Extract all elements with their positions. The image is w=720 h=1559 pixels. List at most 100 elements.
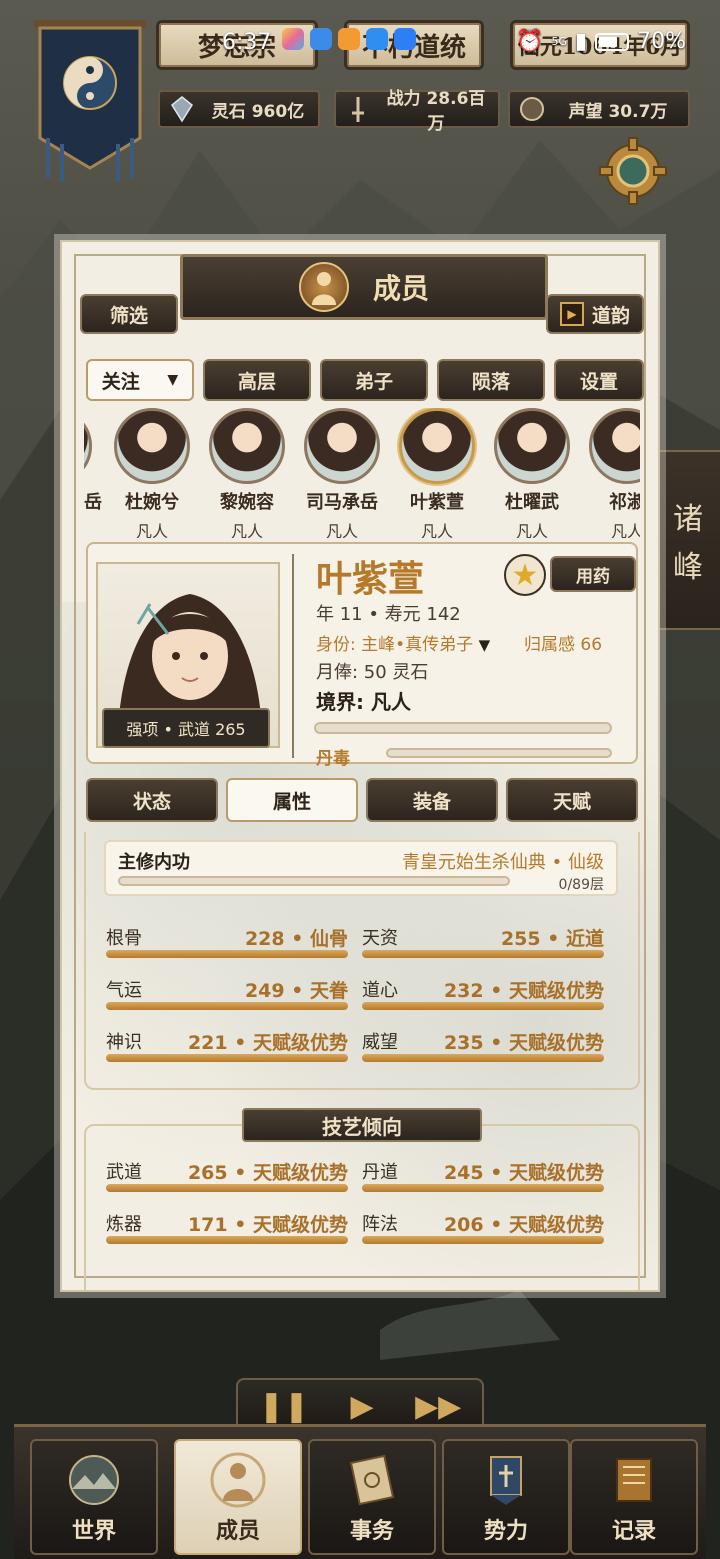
app-icon — [282, 28, 304, 50]
pause-icon[interactable]: ❚❚ — [259, 1389, 309, 1424]
nav-factions[interactable]: 势力 — [442, 1439, 570, 1555]
skill-label: 阵法 — [362, 1214, 398, 1235]
attribute-label: 气运 — [106, 980, 142, 1001]
reputation-value: 声望 30.7万 — [568, 101, 668, 122]
tab-equipment[interactable]: 装备 — [366, 778, 498, 822]
app-icon — [310, 28, 332, 50]
avatar — [494, 408, 570, 484]
attribute-bar — [106, 1054, 348, 1062]
monthly-salary: 月俸: 50 灵石 — [316, 662, 429, 683]
combat-power-counter: 战力 28.6百万 — [334, 89, 500, 134]
spirit-stone-value: 灵石 960亿 — [211, 101, 305, 122]
use-medicine-button[interactable]: 用药 — [550, 556, 636, 592]
nav-records[interactable]: 记录 — [570, 1439, 698, 1555]
nav-label: 成员 — [215, 1518, 260, 1544]
tab-settings[interactable]: 设置 — [554, 359, 644, 401]
nav-world[interactable]: 世界 — [30, 1439, 158, 1555]
play-icon[interactable]: ▶ — [351, 1389, 374, 1424]
member-rank: 凡人 — [515, 522, 548, 538]
daoyun-label: 道韵 — [591, 304, 630, 327]
attribute-bar — [106, 950, 348, 958]
filter-button[interactable]: 筛选 — [80, 294, 178, 334]
tab-disciples[interactable]: 弟子 — [320, 359, 428, 401]
skill-value: 171 • 天赋级优势 — [187, 1214, 348, 1236]
member-rank: 凡人 — [610, 522, 640, 538]
status-bar: 6:37 ⏰ 5G ▮ 70% — [0, 0, 720, 80]
nav-label: 世界 — [71, 1518, 116, 1544]
cultivation-progress-bar — [118, 876, 510, 886]
member-avatar[interactable]: 岳 — [84, 408, 102, 514]
attribute-value: 221 • 天赋级优势 — [187, 1032, 348, 1054]
spirit-stone-icon — [171, 96, 193, 123]
skill-label: 丹道 — [362, 1162, 398, 1183]
world-icon — [69, 1455, 119, 1505]
attribute-bar — [362, 1002, 604, 1010]
faction-flag-icon — [490, 1456, 522, 1505]
book-icon — [616, 1458, 652, 1502]
scroll-icon — [349, 1454, 395, 1506]
side-tab-char-1: 诸 — [673, 502, 703, 537]
notification-icons — [282, 28, 416, 50]
cultivation-layers: 0/89层 — [558, 877, 604, 893]
panel-title: 成员 — [372, 272, 429, 305]
member-avatar-selected[interactable]: 叶紫萱 凡人 — [389, 408, 485, 538]
skill-row: 阵法 206 • 天赋级优势 — [362, 1210, 604, 1244]
avatar — [114, 408, 190, 484]
attribute-row: 气运 249 • 天眷 — [106, 976, 348, 1010]
skill-bar — [362, 1236, 604, 1244]
daoyun-icon: ▶ — [559, 302, 584, 326]
realm: 境界: 凡人 — [316, 690, 411, 714]
strength-badge: 强项 • 武道 265 — [102, 708, 270, 748]
member-icon — [210, 1452, 266, 1508]
tab-fallen[interactable]: 陨落 — [437, 359, 545, 401]
member-emblem-icon — [298, 262, 349, 312]
fast-forward-icon[interactable]: ▶▶ — [415, 1389, 461, 1424]
nav-affairs[interactable]: 事务 — [308, 1439, 436, 1555]
tab-status[interactable]: 状态 — [86, 778, 218, 822]
member-name: 杜婉兮 — [125, 492, 179, 513]
attribute-value: 235 • 天赋级优势 — [443, 1032, 604, 1054]
nav-label: 势力 — [483, 1518, 528, 1544]
attribute-value: 228 • 仙骨 — [244, 928, 348, 950]
tab-talent[interactable]: 天赋 — [506, 778, 638, 822]
settings-gear-icon[interactable] — [598, 136, 668, 206]
avatar — [304, 408, 380, 484]
member-avatar[interactable]: 杜曜武 凡人 — [484, 408, 580, 538]
chevron-down-icon: ▼ — [167, 372, 179, 388]
attribute-row: 根骨 228 • 仙骨 — [106, 924, 348, 958]
tab-attributes[interactable]: 属性 — [226, 778, 358, 822]
age-lifespan: 年 11 • 寿元 142 — [316, 604, 461, 625]
daoyun-button[interactable]: ▶ 道韵 — [546, 294, 644, 334]
member-avatar[interactable]: 司马承岳 凡人 — [294, 408, 390, 538]
member-avatar[interactable]: 杜婉兮 凡人 — [104, 408, 200, 538]
member-name: 叶紫萱 — [410, 492, 464, 513]
tab-leadership[interactable]: 高层 — [203, 359, 311, 401]
alarm-icon: ⏰ — [516, 29, 544, 54]
member-carousel[interactable]: 岳 杜婉兮 凡人 黎婉容 凡人 司马承岳 凡人 叶紫萱 凡人 杜曜武 凡人 祁 … — [84, 408, 640, 538]
member-rank: 凡人 — [325, 522, 358, 538]
system-indicators: ⏰ 5G ▮ 70% — [516, 29, 686, 54]
follow-select[interactable]: 关注 ▼ — [86, 359, 194, 401]
member-rank: 凡人 — [420, 522, 453, 538]
pill-poison-label: 丹毒 — [316, 749, 350, 769]
nav-members[interactable]: 成员 — [174, 1439, 302, 1555]
skill-value: 206 • 天赋级优势 — [443, 1214, 604, 1236]
skill-label: 炼器 — [106, 1214, 142, 1235]
favorite-star-icon[interactable]: ★ — [504, 554, 546, 596]
peaks-side-tab[interactable]: 诸 峰 — [654, 450, 720, 630]
identity-select[interactable]: 身份: 主峰•真传弟子 ▼ — [316, 630, 490, 655]
reputation-icon — [520, 97, 544, 121]
main-cultivation-row[interactable]: 主修内功 青皇元始生杀仙典 • 仙级 0/89层 — [104, 840, 618, 896]
member-avatar[interactable]: 黎婉容 凡人 — [199, 408, 295, 538]
skill-value: 245 • 天赋级优势 — [443, 1162, 604, 1184]
side-tab-char-2: 峰 — [673, 550, 703, 585]
bottom-navigation: 世界 成员 事务 势力 记录 — [14, 1424, 706, 1559]
skill-value: 265 • 天赋级优势 — [187, 1162, 348, 1184]
cultivation-exp-bar — [314, 722, 612, 734]
skill-row: 武道 265 • 天赋级优势 — [106, 1158, 348, 1192]
app-icon — [338, 28, 360, 50]
member-avatar[interactable]: 祁淑 凡人 — [579, 408, 640, 538]
character-card: 强项 • 武道 265 叶紫萱 ★ 用药 年 11 • 寿元 142 身份: 主… — [86, 542, 638, 769]
skills-section — [84, 1124, 640, 1290]
attribute-value: 232 • 天赋级优势 — [443, 980, 604, 1002]
